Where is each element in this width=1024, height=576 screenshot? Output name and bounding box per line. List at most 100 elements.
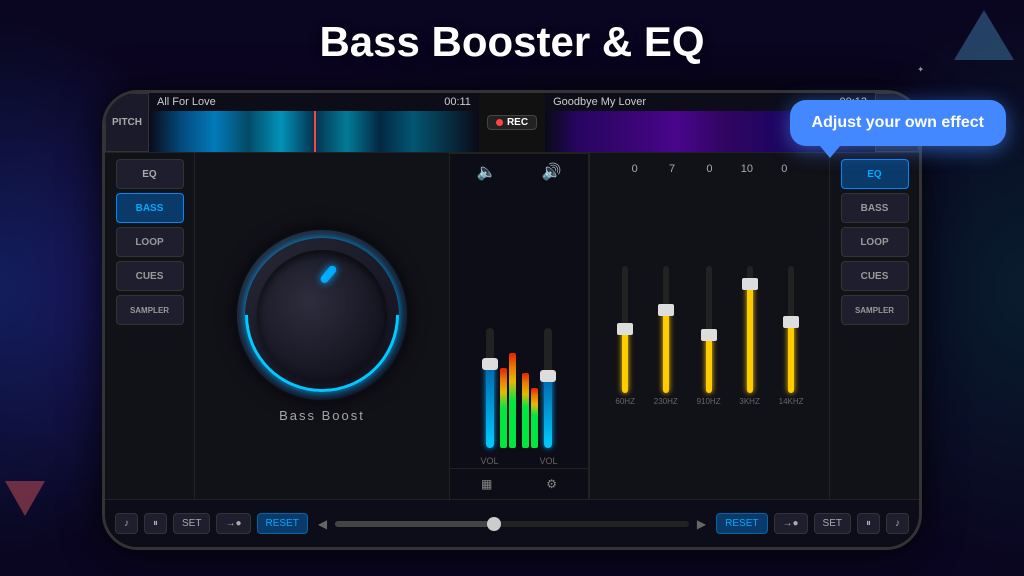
right-vol-slider-wrap [544,328,552,448]
eq-thumb-4[interactable] [783,316,799,328]
sparkle-icon: ✦ [917,65,924,74]
left-eq-button[interactable]: EQ [116,159,184,189]
vol-left-label: VOL [480,456,498,466]
right-bass-button[interactable]: BASS [841,193,909,223]
left-vol-thumb[interactable] [482,358,498,370]
vol-up-right-button[interactable]: 🔊 [534,158,570,186]
knob-label: Bass Boost [279,408,365,423]
left-vol-track[interactable] [486,328,494,448]
left-track-time: 00:11 [444,96,471,108]
reset-right-button[interactable]: RESET [716,513,767,534]
vu-meters-right [522,328,538,448]
vol-labels: VOL VOL [450,454,588,468]
knob-marker [319,264,338,284]
right-loop-button[interactable]: LOOP [841,227,909,257]
right-sampler-button[interactable]: SAMPLER [841,295,909,325]
right-track-name: Goodbye My Lover [553,96,646,108]
rec-indicator [496,119,503,126]
music-left-button[interactable]: ♪ [115,513,138,534]
left-bass-button[interactable]: BASS [116,193,184,223]
volume-section: 🔈 🔊 [449,153,589,499]
bass-knob-container [237,230,407,400]
pause-right-button[interactable]: ⏸ [857,513,880,534]
next-button[interactable]: ▶ [697,517,706,531]
progress-fill [335,521,494,527]
eq-slider-230hz: 230HZ [654,266,678,406]
eq-val-3: 10 [729,163,765,175]
transport-left: ♪ ⏸ SET →● RESET [115,513,308,534]
progress-bar[interactable] [335,521,689,527]
triangle-decoration-2 [5,481,45,516]
right-panel: EQ BASS LOOP CUES SAMPLER [829,153,919,499]
pitch-left-button[interactable]: PITCH [105,93,149,152]
eq-fill-3 [747,285,753,393]
prev-button[interactable]: ◀ [318,517,327,531]
arrow-left-button[interactable]: →● [216,513,250,534]
eq-slider-14khz: 14KHZ [779,266,804,406]
rec-label: REC [507,117,528,128]
vol-right-label: VOL [539,456,557,466]
eq-freq-3: 3KHZ [739,397,759,406]
page-title: Bass Booster & EQ [0,18,1024,66]
dj-app: PITCH All For Love 00:11 REC [105,93,919,547]
arrow-right-button[interactable]: →● [774,513,808,534]
eq-freq-4: 14KHZ [779,397,804,406]
rec-section: REC [479,93,545,152]
eq-sliders-area: 60HZ 230HZ [596,181,823,491]
eq-thumb-0[interactable] [617,323,633,335]
left-cues-button[interactable]: CUES [116,261,184,291]
eq-slider-910hz: 910HZ [697,266,721,406]
eq-panel: 0 7 0 10 0 60HZ [589,153,829,499]
progress-thumb[interactable] [487,517,501,531]
right-eq-button[interactable]: EQ [841,159,909,189]
left-vol-fill [486,364,494,448]
left-waveform[interactable] [149,111,479,152]
vol-down-left-button[interactable]: 🔈 [469,158,505,186]
pause-right-icon: ⏸ [866,518,871,529]
right-vol-track[interactable] [544,328,552,448]
eq-val-2: 0 [691,163,727,175]
left-track-info: All For Love 00:11 [149,93,479,111]
set-right-button[interactable]: SET [814,513,851,534]
left-track-section: All For Love 00:11 [149,93,479,152]
settings-button[interactable]: ⚙ [538,473,565,495]
transport-bar: ♪ ⏸ SET →● RESET ◀ ▶ RESET [105,499,919,547]
music-right-button[interactable]: ♪ [886,513,909,534]
music-left-icon: ♪ [124,518,129,529]
vu-bar-2 [509,353,516,448]
eq-values-row: 0 7 0 10 0 [596,161,823,177]
eq-val-4: 0 [766,163,802,175]
vu-bar-3 [522,373,529,448]
vu-meters-left [500,328,516,448]
left-track-name: All For Love [157,96,216,108]
eq-slider-3khz: 3KHZ [739,266,759,406]
eq-thumb-2[interactable] [701,329,717,341]
knob-inner [257,250,387,380]
callout-bubble: Adjust your own effect [790,100,1006,146]
left-sampler-button[interactable]: SAMPLER [116,295,184,325]
pause-left-icon: ⏸ [153,518,158,529]
left-vol-slider-wrap [486,328,494,448]
pause-left-button[interactable]: ⏸ [144,513,167,534]
bottom-icon-row: ▦ ⚙ [450,468,588,499]
grid-button[interactable]: ▦ [473,473,500,495]
eq-freq-2: 910HZ [697,397,721,406]
eq-val-1: 7 [654,163,690,175]
eq-fill-2 [706,336,712,393]
eq-slider-60hz: 60HZ [615,266,635,406]
eq-val-0: 0 [617,163,653,175]
right-vol-thumb[interactable] [540,370,556,382]
main-content: EQ BASS LOOP CUES SAMPLER Bass Boost [105,153,919,499]
vol-icon-row: 🔈 🔊 [450,153,588,190]
transport-center: ◀ ▶ [308,517,716,531]
rec-button[interactable]: REC [487,115,537,130]
eq-thumb-3[interactable] [742,278,758,290]
left-loop-button[interactable]: LOOP [116,227,184,257]
set-left-button[interactable]: SET [173,513,210,534]
reset-left-button[interactable]: RESET [257,513,308,534]
eq-fill-0 [622,330,628,394]
right-cues-button[interactable]: CUES [841,261,909,291]
right-vol-fill [544,376,552,448]
eq-thumb-1[interactable] [658,304,674,316]
bass-knob[interactable] [237,230,407,400]
